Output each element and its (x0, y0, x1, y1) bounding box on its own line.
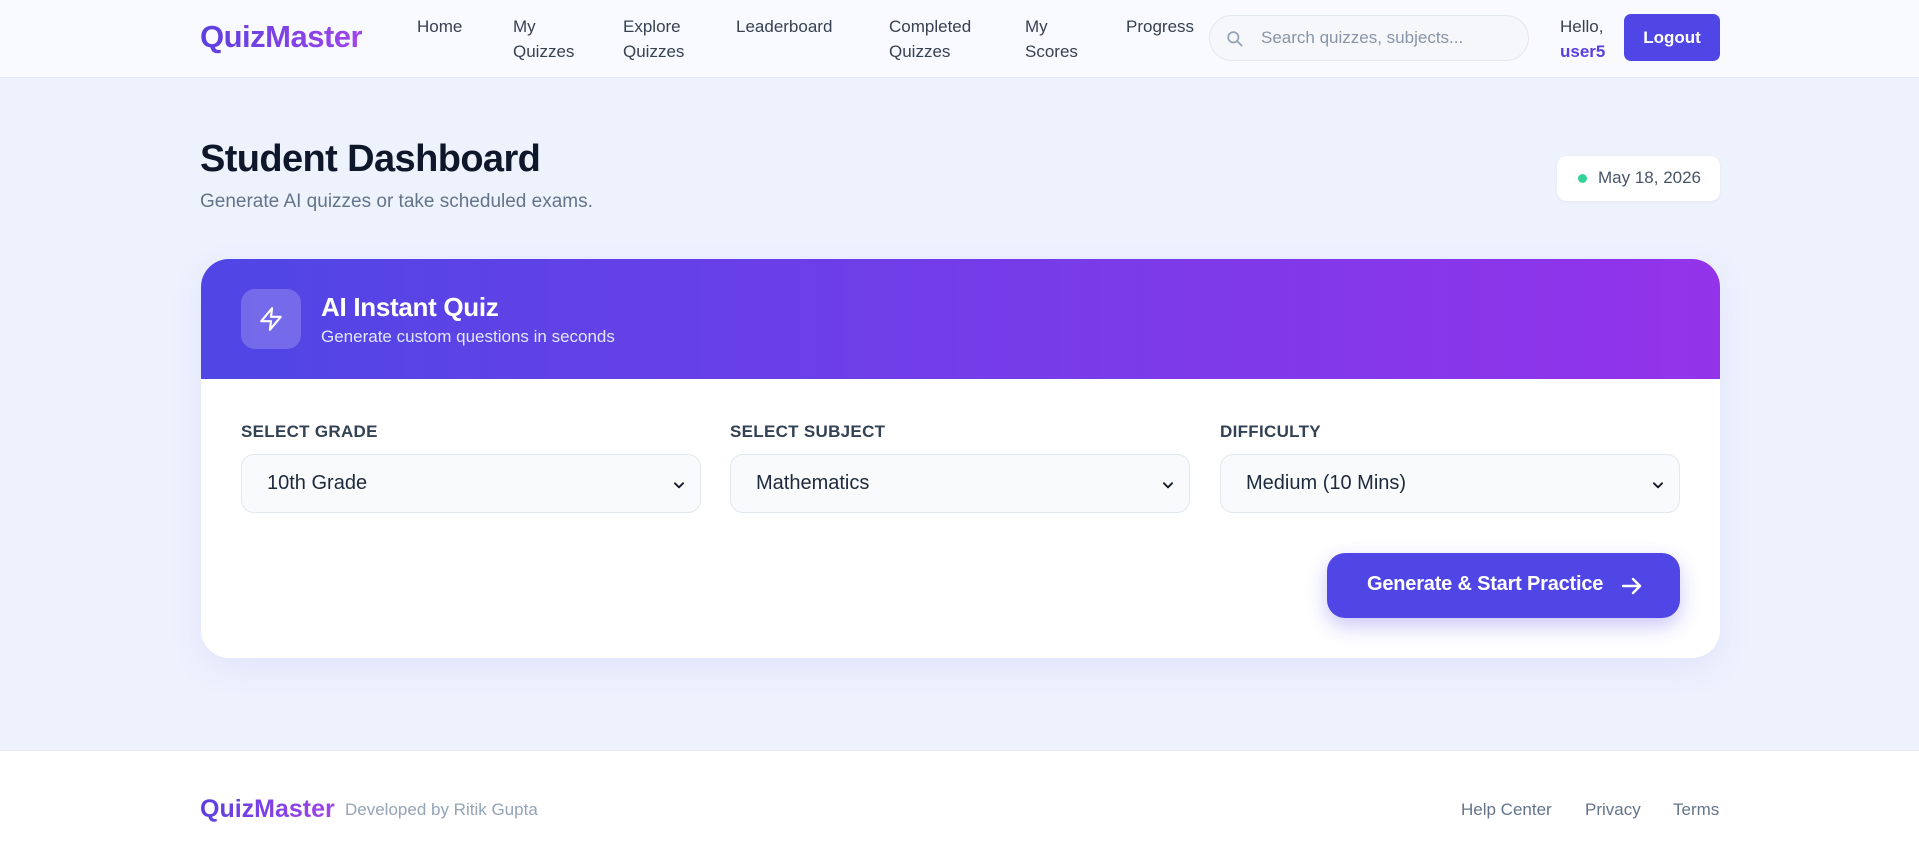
search-icon (1227, 31, 1243, 47)
nav-link-label: Home (417, 17, 463, 36)
difficulty-value: Medium (10 Mins) (1246, 472, 1407, 494)
card-title: AI Instant Quiz (321, 292, 499, 322)
subject-label: SELECT SUBJECT (730, 422, 886, 441)
lightning-bolt-icon-box (241, 289, 301, 349)
footer: QuizMaster Developed by Ritik Gupta Help… (0, 750, 1919, 848)
lightning-bolt-icon (260, 307, 282, 331)
greeting-text: Hello, (1560, 17, 1604, 36)
grade-value: 10th Grade (267, 472, 368, 494)
date-badge: May 18, 2026 (1557, 156, 1720, 201)
nav-link-label: Scores (1025, 42, 1078, 61)
nav-link-my-quizzes[interactable]: My Quizzes (513, 14, 574, 64)
nav-link-my-scores[interactable]: My Scores (1025, 14, 1078, 64)
nav-link-label: Quizzes (889, 42, 951, 61)
footer-link-terms[interactable]: Terms (1673, 800, 1719, 820)
username: user5 (1560, 42, 1606, 61)
difficulty-select[interactable]: Medium (10 Mins) (1220, 454, 1680, 513)
nav-link-completed-quizzes[interactable]: Completed Quizzes (889, 14, 971, 64)
subject-select[interactable]: Mathematics (730, 454, 1190, 513)
chevron-down-icon (673, 482, 685, 489)
arrow-right-icon (1621, 577, 1642, 595)
footer-link-help-center[interactable]: Help Center (1461, 800, 1552, 820)
nav-link-leaderboard[interactable]: Leaderboard (736, 14, 832, 39)
footer-link-privacy[interactable]: Privacy (1585, 800, 1641, 820)
search-box (1209, 15, 1529, 61)
nav-link-label: My (1025, 17, 1048, 36)
footer-credit: Developed by Ritik Gupta (345, 800, 538, 819)
footer-logo[interactable]: QuizMaster (200, 795, 335, 824)
search-input[interactable] (1261, 16, 1516, 60)
navbar: QuizMaster Home My Quizzes Explore Quizz… (0, 0, 1919, 78)
nav-link-home[interactable]: Home (417, 14, 462, 39)
ai-quiz-card: AI Instant Quiz Generate custom question… (201, 259, 1720, 658)
logout-button[interactable]: Logout (1624, 14, 1720, 61)
card-header: AI Instant Quiz Generate custom question… (201, 259, 1720, 379)
app-logo[interactable]: QuizMaster (200, 19, 363, 55)
nav-link-label: Leaderboard (736, 17, 833, 36)
status-dot-icon (1578, 174, 1587, 183)
nav-link-explore-quizzes[interactable]: Explore Quizzes (623, 14, 684, 64)
page-title: Student Dashboard (200, 138, 541, 180)
card-subtitle: Generate custom questions in seconds (321, 327, 615, 346)
generate-button-label: Generate & Start Practice (1367, 573, 1604, 595)
subject-value: Mathematics (756, 472, 870, 494)
page-subtitle: Generate AI quizzes or take scheduled ex… (200, 191, 593, 212)
chevron-down-icon (1162, 482, 1174, 489)
nav-link-label: My (513, 17, 536, 36)
current-date: May 18, 2026 (1598, 168, 1702, 187)
nav-link-label: Quizzes (513, 42, 575, 61)
nav-link-progress[interactable]: Progress (1126, 14, 1194, 39)
grade-select[interactable]: 10th Grade (241, 454, 701, 513)
grade-label: SELECT GRADE (241, 422, 378, 441)
chevron-down-icon (1652, 482, 1664, 489)
nav-link-label: Progress (1126, 17, 1195, 36)
nav-link-label: Quizzes (623, 42, 685, 61)
nav-link-label: Completed (889, 17, 972, 36)
nav-link-label: Explore (623, 17, 681, 36)
user-greeting: Hello, user5 (1560, 14, 1605, 64)
difficulty-label: DIFFICULTY (1220, 422, 1321, 441)
generate-start-practice-button[interactable]: Generate & Start Practice (1327, 553, 1680, 618)
